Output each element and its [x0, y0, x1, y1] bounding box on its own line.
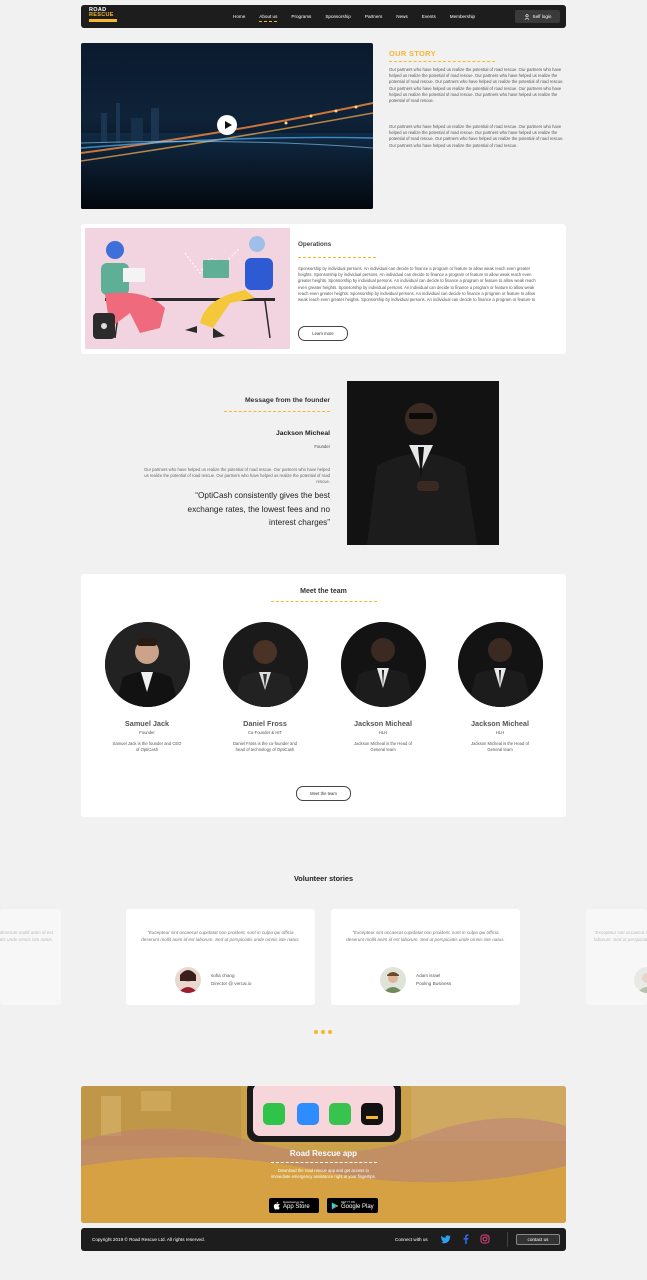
- story-video[interactable]: [81, 43, 373, 209]
- member-description: Jackson Micheal is the Head of General t…: [354, 741, 412, 753]
- play-icon[interactable]: [217, 115, 237, 135]
- nav-item-home[interactable]: Home: [233, 14, 245, 19]
- logo-stripe: [89, 19, 117, 22]
- nav-item-programs[interactable]: Programs: [291, 14, 311, 19]
- twitter-icon[interactable]: [441, 1234, 451, 1244]
- story-author-org: Pooling Business: [416, 981, 452, 986]
- team-section: Meet the team Samuel Jack Founder Samuel…: [81, 574, 566, 817]
- carousel-dot[interactable]: [314, 1030, 318, 1034]
- instagram-icon[interactable]: [480, 1234, 490, 1244]
- avatar: [104, 622, 190, 707]
- contact-us-button[interactable]: contact us: [516, 1234, 560, 1245]
- app-banner: Road Rescue app Download the road rescue…: [81, 1086, 566, 1223]
- operations-text: Sponsorship by individual persons. An in…: [298, 266, 536, 303]
- carousel-dots[interactable]: [314, 1030, 332, 1034]
- team-member-card[interactable]: Jackson Micheal HLH Jackson Micheal is t…: [333, 622, 433, 754]
- volunteer-title: Volunteer stories: [293, 874, 354, 883]
- nav-item-partners[interactable]: Partners: [365, 14, 382, 19]
- nav-item-about-us[interactable]: About us: [259, 14, 278, 22]
- avatar: [340, 622, 426, 707]
- operations-title: Operations: [298, 241, 332, 248]
- story-author-name: sofia chang: [211, 973, 235, 978]
- avatar: [457, 622, 543, 707]
- carousel-dot[interactable]: [321, 1030, 325, 1034]
- member-name: Samuel Jack: [124, 719, 170, 728]
- team-member-card[interactable]: Jackson Micheal HLH Jackson Micheal is t…: [450, 622, 550, 754]
- apple-icon: [273, 1201, 280, 1210]
- story-quote: “Excepteur sint occaecat cupidatat non p…: [594, 930, 647, 943]
- nav-item-events[interactable]: Events: [422, 14, 436, 19]
- story-card[interactable]: “Excepteur sint occaecat cupidatat non p…: [126, 909, 315, 1005]
- story-quote: “Excepteur sint occaecat cupidatat non p…: [0, 930, 53, 943]
- login-button[interactable]: Self login: [515, 10, 560, 23]
- member-name: Jackson Micheal: [354, 719, 412, 728]
- member-description: Samuel Jack is the founder and CEO of Op…: [112, 741, 182, 753]
- founder-heading-underline: [224, 411, 330, 412]
- operations-section: Operations Sponsorship by individual per…: [81, 224, 566, 354]
- member-name: Daniel Fross: [243, 719, 287, 728]
- connect-label: Connect with us: [395, 1237, 428, 1242]
- member-role: Co-Founder & HIT: [247, 730, 283, 735]
- learn-more-button[interactable]: Learn more: [298, 326, 348, 341]
- app-store-button[interactable]: Download on the App Store: [269, 1198, 319, 1213]
- app-description: Download the road rescue app and get acc…: [271, 1168, 376, 1179]
- operations-illustration: [85, 228, 290, 349]
- google-play-icon: [331, 1201, 339, 1210]
- meet-the-team-button[interactable]: Meet the team: [296, 786, 351, 801]
- nav-links: Home About us Programs Sponsorship Partn…: [233, 5, 489, 28]
- founder-name: Jackson Micheal: [275, 430, 330, 437]
- google-play-large: Google Play: [341, 1203, 374, 1210]
- member-role: HLH: [495, 730, 505, 735]
- nav-item-membership[interactable]: Membership: [450, 14, 475, 19]
- team-member-card[interactable]: Samuel Jack Founder Samuel Jack is the f…: [97, 622, 197, 754]
- story-quote: “Excepteur sint occaecat cupidatat non p…: [141, 930, 300, 943]
- founder-quote: “OptiCash consistently gives the best ex…: [187, 491, 330, 527]
- app-title: Road Rescue app: [289, 1149, 358, 1158]
- member-description: Daniel Fross is the co-founder and head …: [232, 741, 297, 753]
- founder-photo: [347, 381, 499, 545]
- copyright-text: Copyright 2019 © Road Rescue Ltd. All ri…: [92, 1237, 205, 1242]
- operations-title-underline: [298, 257, 376, 258]
- app-title-underline: [271, 1162, 377, 1163]
- founder-role: Founder: [314, 444, 330, 449]
- footer: Copyright 2019 © Road Rescue Ltd. All ri…: [81, 1228, 566, 1251]
- login-label: Self login: [532, 14, 552, 19]
- facebook-icon[interactable]: [461, 1234, 471, 1244]
- team-member-card[interactable]: Daniel Fross Co-Founder & HIT Daniel Fro…: [215, 622, 315, 754]
- founder-heading: Message from the founder: [245, 397, 330, 404]
- team-title-underline: [271, 601, 377, 602]
- story-paragraph-2: Our partners who have helped us realize …: [389, 124, 564, 148]
- story-author-name: Adam israel: [416, 973, 441, 978]
- logo-line-2: RESCUE: [89, 12, 114, 18]
- avatar: [222, 622, 308, 707]
- story-card[interactable]: “Excepteur sint occaecat cupidatat non p…: [331, 909, 520, 1005]
- avatar: [634, 967, 647, 993]
- road-rescue-logo[interactable]: ROAD RESCUE: [89, 7, 123, 25]
- story-paragraph-1: Our partners who have helped us realize …: [389, 67, 564, 104]
- app-store-large: App Store: [283, 1203, 310, 1210]
- member-name: Jackson Micheal: [471, 719, 529, 728]
- story-card-prev[interactable]: “Excepteur sint occaecat cupidatat non p…: [0, 909, 61, 1005]
- footer-divider: [507, 1232, 508, 1247]
- story-title: OUR STORY: [389, 49, 436, 58]
- story-quote: “Excepteur sint occaecat cupidatat non p…: [346, 930, 505, 943]
- member-role: HLH: [378, 730, 388, 735]
- carousel-dot[interactable]: [328, 1030, 332, 1034]
- story-card-next[interactable]: “Excepteur sint occaecat cupidatat non p…: [586, 909, 647, 1005]
- member-role: Founder: [139, 730, 155, 735]
- founder-message: Our partners who have helped us realize …: [144, 467, 330, 485]
- avatar: [175, 967, 201, 993]
- nav-item-news[interactable]: News: [396, 14, 408, 19]
- story-author-org: Director @ vercai.io: [211, 981, 252, 986]
- user-icon: [524, 13, 529, 20]
- avatar: [380, 967, 406, 993]
- google-play-button[interactable]: GET IT ON Google Play: [327, 1198, 378, 1213]
- top-navbar: ROAD RESCUE Home About us Programs Spons…: [81, 5, 566, 28]
- member-description: Jackson Micheal is the Head of General t…: [471, 741, 529, 753]
- team-title: Meet the team: [300, 588, 347, 595]
- story-title-underline: [389, 61, 495, 62]
- nav-item-sponsorship[interactable]: Sponsorship: [325, 14, 351, 19]
